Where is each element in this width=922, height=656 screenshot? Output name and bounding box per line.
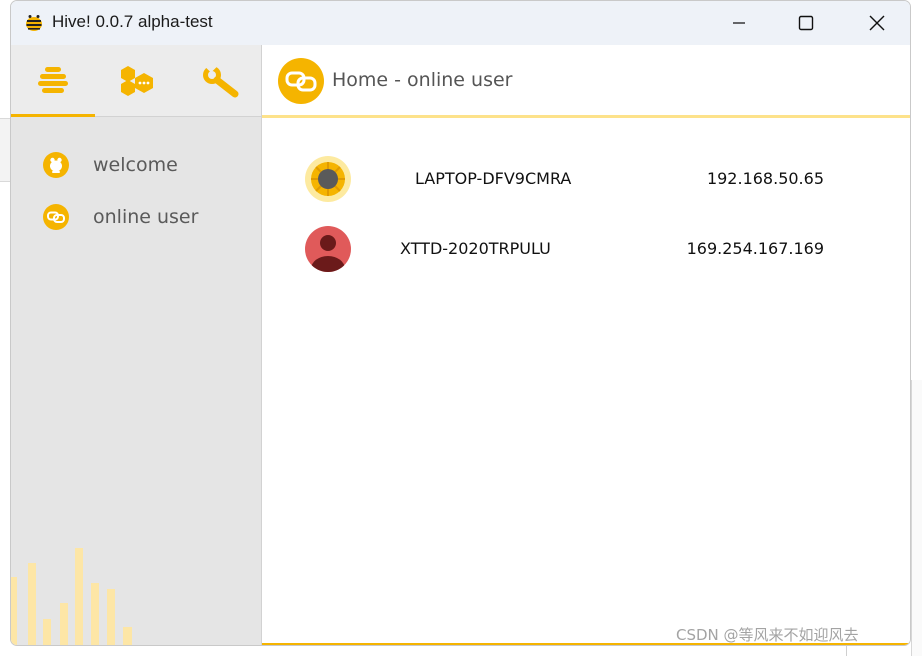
sidebar-item-online-user[interactable]: online user [43, 201, 243, 233]
user-ip: 192.168.50.65 [706, 169, 824, 188]
background-window-edge-right [911, 380, 922, 656]
title-bar[interactable]: Hive! 0.0.7 alpha-test [11, 1, 910, 45]
sunflower-avatar [305, 156, 351, 202]
page-title: Home - online user [332, 69, 513, 91]
sidebar-item-label: welcome [93, 154, 178, 176]
sidebar-item-welcome[interactable]: welcome [43, 149, 243, 181]
main-panel: Home - online user LAPTOP-DFV9CMRA 192.1… [262, 45, 910, 645]
maximize-icon [798, 15, 814, 31]
background-window-corner [846, 646, 922, 656]
screen: Hive! 0.0.7 alpha-test welcome online us… [0, 0, 922, 656]
minimize-button[interactable] [716, 1, 762, 45]
sidebar: welcome online user [11, 45, 262, 645]
user-name: XTTD-2020TRPULU [400, 239, 551, 258]
user-ip: 169.254.167.169 [686, 239, 824, 258]
tab-home[interactable] [11, 45, 95, 117]
hive-icon [38, 67, 68, 93]
link-icon [43, 204, 69, 230]
page-header: Home - online user [262, 45, 910, 118]
tab-chat[interactable] [95, 45, 179, 117]
chat-bubbles-icon [121, 66, 153, 96]
app-window: Hive! 0.0.7 alpha-test welcome online us… [10, 0, 911, 646]
bee-icon [43, 152, 69, 178]
minimize-icon [733, 22, 745, 24]
maximize-button[interactable] [783, 1, 829, 45]
active-tab-indicator [11, 114, 95, 117]
window-title: Hive! 0.0.7 alpha-test [52, 12, 213, 31]
decorative-bars [11, 548, 132, 645]
close-button[interactable] [854, 1, 900, 45]
user-name: LAPTOP-DFV9CMRA [415, 169, 572, 188]
bee-hive-app-icon [26, 15, 42, 31]
list-item[interactable]: XTTD-2020TRPULU 169.254.167.169 [304, 225, 824, 273]
person-avatar [305, 226, 351, 272]
watermark: CSDN @等风来不如迎风去 [676, 626, 859, 644]
tab-settings[interactable] [179, 45, 261, 117]
header-divider [262, 115, 910, 118]
link-icon [278, 58, 324, 104]
sidebar-tab-bar [11, 45, 261, 117]
list-item[interactable]: LAPTOP-DFV9CMRA 192.168.50.65 [304, 155, 824, 203]
sidebar-item-label: online user [93, 206, 199, 228]
close-icon [869, 15, 885, 31]
wrench-icon [203, 64, 239, 98]
